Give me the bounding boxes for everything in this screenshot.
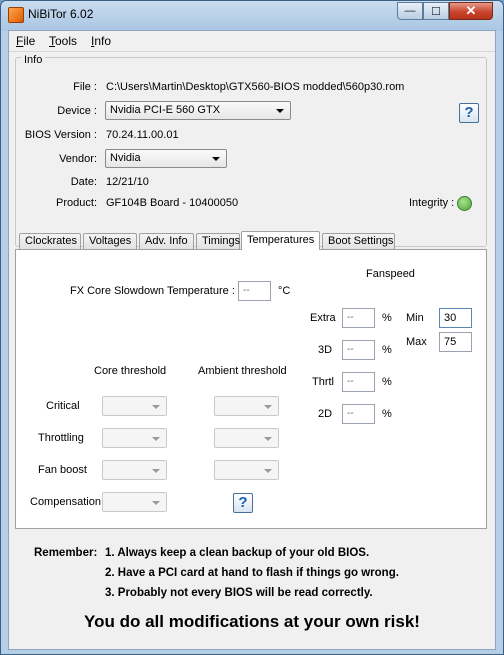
device-select[interactable]: Nvidia PCI-E 560 GTX	[105, 101, 291, 120]
maximize-button[interactable]: ☐	[423, 2, 449, 20]
help-icon-temperatures[interactable]: ?	[233, 493, 253, 513]
chevron-down-icon	[152, 469, 160, 473]
tab-clockrates[interactable]: Clockrates	[19, 233, 81, 249]
compensation-label: Compensation	[30, 496, 101, 508]
compensation-core-select[interactable]	[102, 492, 167, 512]
chevron-down-icon	[152, 405, 160, 409]
integrity-status-icon	[457, 196, 472, 211]
fan-thrtl-label: Thrtl	[312, 376, 334, 388]
critical-core-select[interactable]	[102, 396, 167, 416]
fan-2d-unit: %	[382, 408, 392, 420]
critical-label: Critical	[46, 400, 80, 412]
fan-thrtl-input[interactable]: --	[342, 372, 375, 392]
info-group-label: Info	[21, 54, 46, 66]
device-label: Device :	[57, 105, 97, 117]
window-title: NiBiTor 6.02	[28, 7, 94, 21]
date-value: 12/21/10	[106, 176, 149, 188]
fan-min-input[interactable]: 30	[439, 308, 472, 328]
vendor-select[interactable]: Nvidia	[105, 149, 227, 168]
fan-extra-unit: %	[382, 312, 392, 324]
app-icon	[8, 7, 24, 23]
fan-thrtl-unit: %	[382, 376, 392, 388]
vendor-label: Vendor:	[59, 153, 97, 165]
ambient-threshold-label: Ambient threshold	[198, 365, 287, 377]
fx-slowdown-label: FX Core Slowdown Temperature :	[70, 285, 235, 297]
app-window: NiBiTor 6.02 — ☐ ✕ File Tools Info Info …	[0, 0, 504, 655]
menu-bar: File Tools Info	[9, 31, 495, 52]
help-icon-info[interactable]: ?	[459, 103, 479, 123]
product-label: Product:	[56, 197, 97, 209]
chevron-down-icon	[152, 501, 160, 505]
min-label: Min	[406, 312, 424, 324]
fan-3d-input[interactable]: --	[342, 340, 375, 360]
throttling-label: Throttling	[38, 432, 84, 444]
fan-boost-ambient-select[interactable]	[214, 460, 279, 480]
chevron-down-icon	[264, 405, 272, 409]
fan-2d-input[interactable]: --	[342, 404, 375, 424]
chevron-down-icon	[212, 157, 220, 161]
fan-2d-label: 2D	[318, 408, 333, 420]
product-value: GF104B Board - 10400050	[106, 197, 239, 209]
tab-voltages[interactable]: Voltages	[83, 233, 137, 249]
remember-line-2: 2. Have a PCI card at hand to flash if t…	[105, 567, 399, 579]
fanspeed-label: Fanspeed	[366, 268, 415, 280]
chevron-down-icon	[276, 109, 284, 113]
remember-line-3: 3. Probably not every BIOS will be read …	[105, 587, 373, 599]
fan-max-input[interactable]: 75	[439, 332, 472, 352]
tab-boot-settings[interactable]: Boot Settings	[322, 233, 395, 249]
bios-version-label: BIOS Version :	[24, 129, 97, 141]
fx-slowdown-input[interactable]: --	[238, 281, 271, 301]
tab-adv-info[interactable]: Adv. Info	[139, 233, 194, 249]
throttling-core-select[interactable]	[102, 428, 167, 448]
fan-3d-label: 3D	[318, 344, 333, 356]
tab-temperatures[interactable]: Temperatures	[241, 231, 320, 250]
fan-extra-label: Extra	[310, 312, 336, 324]
chevron-down-icon	[264, 437, 272, 441]
tab-timings[interactable]: Timings	[196, 233, 240, 249]
temperatures-panel: FX Core Slowdown Temperature : -- °C Cor…	[15, 249, 487, 529]
file-value: C:\Users\Martin\Desktop\GTX560-BIOS modd…	[106, 81, 405, 93]
fan-boost-label: Fan boost	[38, 464, 87, 476]
chevron-down-icon	[264, 469, 272, 473]
client-area: File Tools Info Info File : C:\Users\Mar…	[8, 30, 496, 650]
risk-warning: You do all modifications at your own ris…	[84, 612, 420, 631]
close-button[interactable]: ✕	[449, 2, 493, 20]
throttling-ambient-select[interactable]	[214, 428, 279, 448]
critical-ambient-select[interactable]	[214, 396, 279, 416]
fan-3d-unit: %	[382, 344, 392, 356]
menu-file[interactable]: File	[16, 34, 35, 48]
integrity-label: Integrity :	[409, 197, 455, 209]
bios-version-value: 70.24.11.00.01	[106, 129, 179, 141]
remember-title: Remember:	[34, 547, 98, 559]
remember-line-1: 1. Always keep a clean backup of your ol…	[105, 547, 370, 559]
fan-extra-input[interactable]: --	[342, 308, 375, 328]
date-label: Date:	[70, 176, 97, 188]
core-threshold-label: Core threshold	[94, 365, 167, 377]
fan-boost-core-select[interactable]	[102, 460, 167, 480]
menu-info[interactable]: Info	[91, 34, 111, 48]
menu-tools[interactable]: Tools	[49, 34, 77, 48]
file-label: File :	[73, 81, 97, 93]
fx-slowdown-unit: °C	[278, 285, 291, 297]
title-bar[interactable]: NiBiTor 6.02 — ☐ ✕	[1, 1, 503, 27]
max-label: Max	[406, 336, 427, 348]
minimize-button[interactable]: —	[397, 2, 423, 20]
chevron-down-icon	[152, 437, 160, 441]
